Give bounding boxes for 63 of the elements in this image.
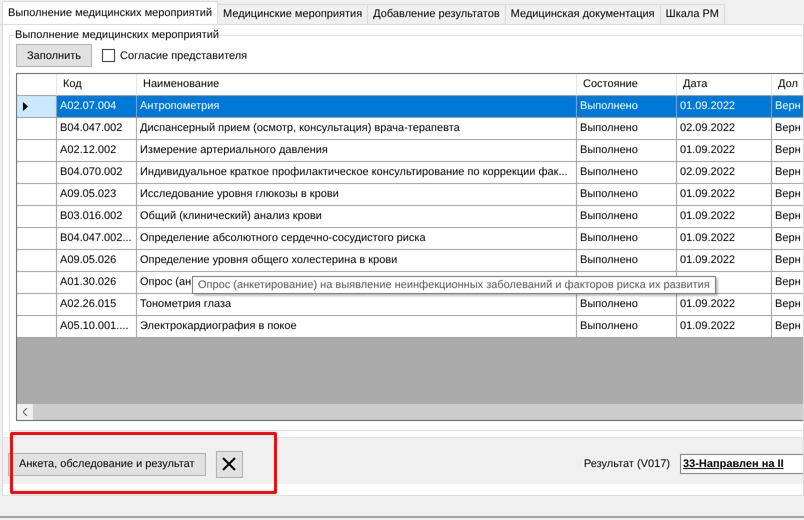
code-cell: A05.10.001.... (57, 316, 137, 338)
tab[interactable]: Выполнение медицинских мероприятий (2, 1, 218, 24)
date-cell: 01.09.2022 (677, 316, 772, 338)
column-header[interactable]: Состояние (577, 74, 677, 96)
consent-checkbox[interactable] (102, 49, 116, 62)
close-icon (222, 457, 236, 471)
status-cell: Выполнено (577, 228, 677, 250)
status-cell: Выполнено (577, 118, 677, 140)
code-cell: A02.26.015 (57, 294, 137, 316)
date-cell: 01.09.2022 (677, 184, 772, 206)
code-cell: B04.047.002... (57, 228, 137, 250)
status-cell: Выполнено (577, 294, 677, 316)
date-cell: 01.09.2022 (677, 206, 772, 228)
name-cell: Определение уровня общего холестерина в крови (137, 250, 577, 272)
name-cell: Электрокардиография в покое (137, 316, 577, 338)
code-cell: A02.12.002 (57, 140, 137, 162)
code-cell: B03.016.002 (57, 206, 137, 228)
date-cell: 01.09.2022 (677, 96, 772, 118)
result-label: Результат (V017) (584, 458, 670, 470)
name-cell: Общий (клинический) анализ крови (137, 206, 577, 228)
code-cell: A02.07.004 (57, 96, 137, 118)
code-cell: B04.047.002 (57, 118, 137, 140)
grid-corner (17, 74, 57, 96)
code-cell: A09.05.023 (57, 184, 137, 206)
status-cell: Выполнено (577, 140, 677, 162)
column-header[interactable]: Код (57, 74, 137, 96)
date-cell: 01.09.2022 (677, 228, 772, 250)
code-cell: A01.30.026 (57, 272, 137, 294)
consent-label: Согласие представителя (120, 50, 248, 62)
scroll-left-icon[interactable] (22, 408, 28, 416)
row-pointer-icon (23, 102, 28, 111)
date-cell: 01.09.2022 (677, 250, 772, 272)
status-cell: Выполнено (577, 184, 677, 206)
code-cell: B04.070.002 (57, 162, 137, 184)
status-cell: Выполнено (577, 162, 677, 184)
column-cell: Верн (772, 96, 803, 118)
horizontal-scrollbar[interactable] (17, 404, 803, 420)
name-cell: Определение абсолютного сердечно-сосудистого риска (137, 228, 577, 250)
row-header[interactable] (17, 96, 57, 118)
status-cell: Выполнено (577, 96, 677, 118)
name-cell: Диспансерный прием (осмотр, консультация) врача-терапевта (137, 118, 577, 140)
tooltip: Опрос (анкетирование) на выявление неинфекционных заболеваний и факторов риска их развития (192, 276, 716, 294)
name-cell: Измерение артериального давления (137, 140, 577, 162)
name-cell: Индивидуальное краткое профилактическое консультирование по коррекции фак... (137, 162, 577, 184)
group-title: Выполнение медицинских мероприятий (14, 29, 220, 41)
result-field[interactable]: 33-Направлен на II (680, 454, 803, 474)
code-cell: A09.05.026 (57, 250, 137, 272)
name-cell: Исследование уровня глюкозы в крови (137, 184, 577, 206)
date-cell: 01.09.2022 (677, 294, 772, 316)
date-cell: 01.09.2022 (677, 140, 772, 162)
tab[interactable]: Шкала РМ (660, 4, 725, 24)
survey-button[interactable]: Анкета, обследование и результат (8, 452, 206, 476)
column-header[interactable]: Дата (677, 74, 772, 96)
date-cell: 02.09.2022 (677, 118, 772, 140)
fill-button[interactable]: Заполнить (16, 44, 92, 67)
delete-button[interactable] (216, 450, 243, 478)
column-header[interactable]: Наименование (137, 74, 577, 96)
status-cell: Выполнено (577, 206, 677, 228)
status-cell: Выполнено (577, 250, 677, 272)
name-cell: Антропометрия (137, 96, 577, 118)
date-cell: 02.09.2022 (677, 162, 772, 184)
name-cell: Тонометрия глаза (137, 294, 577, 316)
status-cell: Выполнено (577, 316, 677, 338)
